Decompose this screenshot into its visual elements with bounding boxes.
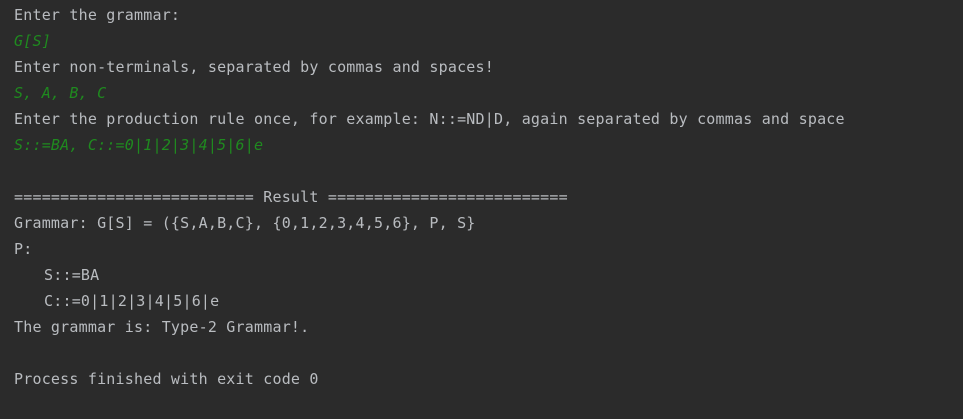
- productions-label: P:: [14, 240, 33, 258]
- input-production-line: S::=BA, C::=0|1|2|3|4|5|6|e: [14, 136, 264, 154]
- prompt-grammar-line: Enter the grammar:: [14, 6, 181, 24]
- prompt-nonterminals-line: Enter non-terminals, separated by commas…: [14, 58, 494, 76]
- grammar-type-line: The grammar is: Type-2 Grammar!.: [14, 318, 310, 336]
- prompt-production-line: Enter the production rule once, for exam…: [14, 110, 845, 128]
- input-nonterminals-line: S, A, B, C: [14, 84, 107, 102]
- console-output[interactable]: Enter the grammar: G[S] Enter non-termin…: [0, 0, 963, 419]
- result-header-line: ========================== Result ======…: [14, 188, 568, 206]
- process-finished-line: Process finished with exit code 0: [14, 370, 319, 388]
- grammar-definition-line: Grammar: G[S] = ({S,A,B,C}, {0,1,2,3,4,5…: [14, 214, 476, 232]
- input-grammar-line: G[S]: [14, 32, 51, 50]
- production-rule-line: S::=BA: [44, 266, 100, 284]
- production-rule-line: C::=0|1|2|3|4|5|6|e: [44, 292, 220, 310]
